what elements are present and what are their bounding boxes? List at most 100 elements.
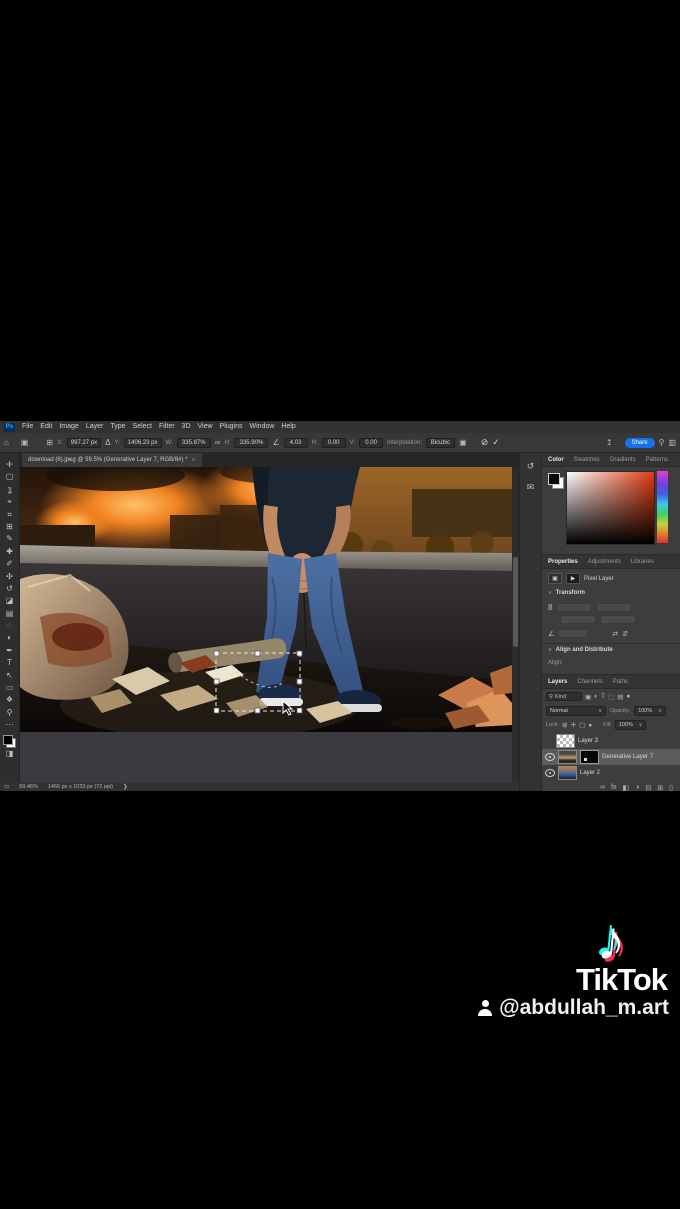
flip-vertical-icon[interactable]: ⇵ xyxy=(622,630,628,638)
foreground-background-swatch[interactable] xyxy=(3,734,16,748)
x-position-field[interactable] xyxy=(596,603,633,612)
menu-view[interactable]: View xyxy=(198,421,213,433)
menu-select[interactable]: Select xyxy=(133,421,152,433)
align-section-label[interactable]: Align and Distribute xyxy=(556,647,613,653)
scrollbar-thumb[interactable] xyxy=(513,557,518,647)
menu-type[interactable]: Type xyxy=(110,421,125,433)
clone-stamp-tool[interactable]: ✣ xyxy=(3,571,17,583)
healing-brush-tool[interactable]: ✚ xyxy=(3,546,17,558)
new-group-icon[interactable]: ⊟ xyxy=(645,784,651,792)
y-value-field[interactable]: 1406.23 px xyxy=(123,437,162,448)
pasteboard[interactable] xyxy=(20,732,512,783)
reference-point-icon[interactable]: ⊞ xyxy=(46,438,53,447)
layer-row-layer2[interactable]: Layer 2 xyxy=(542,765,680,781)
height-field[interactable] xyxy=(560,615,596,624)
dodge-tool[interactable]: ◐ xyxy=(3,632,17,644)
share-button[interactable]: Share xyxy=(624,437,655,448)
menu-layer[interactable]: Layer xyxy=(86,421,104,433)
tab-adjustments[interactable]: Adjustments xyxy=(588,559,621,565)
lock-artboard-icon[interactable]: ▢ xyxy=(579,721,585,729)
zoom-tool[interactable]: ⚲ xyxy=(3,707,17,719)
object-selection-tool[interactable]: ⌖ xyxy=(3,496,17,508)
flip-horizontal-icon[interactable]: ⇄ xyxy=(612,630,618,638)
layer-name[interactable]: Layer 2 xyxy=(580,770,600,776)
tab-channels[interactable]: Channels xyxy=(577,679,602,685)
layer3-thumbnail[interactable] xyxy=(556,734,575,748)
move-tool[interactable]: ✛ xyxy=(3,459,17,471)
h-skew-field[interactable]: 0.00 xyxy=(321,437,346,448)
layer-row-generative-layer7[interactable]: Generative Layer 7 xyxy=(542,749,680,765)
canvas[interactable] xyxy=(20,467,512,732)
delta-icon[interactable]: Δ xyxy=(105,438,110,447)
menu-window[interactable]: Window xyxy=(250,421,275,433)
angle-field[interactable]: 4.03 xyxy=(283,437,308,448)
marquee-tool[interactable]: ▢ xyxy=(3,471,17,483)
v-skew-field[interactable]: 0.00 xyxy=(359,437,384,448)
history-panel-icon[interactable]: ↺ xyxy=(527,461,535,472)
new-layer-icon[interactable]: ⊞ xyxy=(657,784,663,792)
color-panel-swatches[interactable] xyxy=(548,473,564,489)
type-tool[interactable]: T xyxy=(3,657,17,669)
hue-slider[interactable] xyxy=(657,471,668,543)
search-icon[interactable]: ⚲ xyxy=(659,438,665,447)
home-icon[interactable]: ⌂ xyxy=(4,438,9,447)
fill-dropdown[interactable]: 100% ∨ xyxy=(614,720,647,730)
tab-patterns[interactable]: Patterns xyxy=(646,457,668,463)
frame-tool[interactable]: ⊞ xyxy=(3,521,17,533)
adjustment-layer-icon[interactable]: ◑ xyxy=(635,784,639,791)
y-position-field[interactable] xyxy=(600,615,636,624)
tab-swatches[interactable]: Swatches xyxy=(574,457,600,463)
visibility-eye-icon[interactable] xyxy=(545,769,555,777)
edit-toolbar-icon[interactable]: ⋯ xyxy=(3,719,17,731)
layer-name[interactable]: Layer 3 xyxy=(578,738,598,744)
lasso-tool[interactable]: ʓ xyxy=(3,484,17,496)
link-wh-icon[interactable]: 8 xyxy=(548,603,552,612)
pen-tool[interactable]: ✒ xyxy=(3,645,17,657)
blur-tool[interactable]: ◌ xyxy=(3,620,17,632)
comments-panel-icon[interactable]: ✉ xyxy=(527,482,535,493)
hand-tool[interactable]: ❖ xyxy=(3,694,17,706)
upload-icon[interactable]: ↥ xyxy=(606,438,613,447)
layer2-thumbnail[interactable] xyxy=(558,766,577,780)
menu-filter[interactable]: Filter xyxy=(159,421,175,433)
workspace-icon[interactable]: ▥ xyxy=(668,438,676,447)
layer-name[interactable]: Generative Layer 7 xyxy=(602,754,653,760)
menu-help[interactable]: Help xyxy=(281,421,295,433)
visibility-eye-icon[interactable] xyxy=(545,753,555,761)
commit-transform-icon[interactable]: ✓ xyxy=(492,437,500,448)
quick-mask-icon[interactable]: ◨ xyxy=(3,748,17,760)
crop-tool[interactable]: ⌗ xyxy=(3,509,17,521)
opacity-dropdown[interactable]: 100% ∨ xyxy=(634,706,666,716)
tab-properties[interactable]: Properties xyxy=(548,559,578,565)
foreground-color-swatch[interactable] xyxy=(3,734,13,745)
delete-layer-icon[interactable]: ▯ xyxy=(669,784,673,792)
gradient-tool[interactable]: ▤ xyxy=(3,608,17,620)
status-menu-arrow[interactable]: ❯ xyxy=(123,784,128,790)
document-tab[interactable]: download (6).jpeg @ 59.5% (Generative La… xyxy=(22,453,202,467)
vertical-scrollbar[interactable] xyxy=(512,467,519,783)
link-dimensions-icon[interactable]: ∞ xyxy=(215,438,221,447)
w-value-field[interactable]: 335.87% xyxy=(176,437,211,448)
add-mask-icon[interactable]: ◧ xyxy=(623,784,630,792)
brush-tool[interactable]: ✐ xyxy=(3,558,17,570)
x-value-field[interactable]: 997.27 px xyxy=(66,437,102,448)
lock-all-icon[interactable]: ● xyxy=(588,722,592,729)
history-brush-tool[interactable]: ↺ xyxy=(3,583,17,595)
cancel-transform-icon[interactable]: ⊘ xyxy=(481,437,489,448)
lock-transparency-icon[interactable]: ⊞ xyxy=(562,721,567,729)
filter-shape-icon[interactable]: ⬚ xyxy=(608,693,614,701)
width-field[interactable] xyxy=(556,603,593,612)
tab-libraries[interactable]: Libraries xyxy=(631,559,654,565)
menu-plugins[interactable]: Plugins xyxy=(220,421,243,433)
layer-row-layer3[interactable]: Layer 3 xyxy=(542,733,680,749)
rectangle-tool[interactable]: ▭ xyxy=(3,682,17,694)
menu-3d[interactable]: 3D xyxy=(182,421,191,433)
layer-effects-icon[interactable]: fx xyxy=(611,784,616,791)
tab-layers[interactable]: Layers xyxy=(548,679,567,685)
eraser-tool[interactable]: ◪ xyxy=(3,595,17,607)
tab-paths[interactable]: Paths xyxy=(613,679,628,685)
transform-section-label[interactable]: Transform xyxy=(556,590,585,596)
saturation-brightness-field[interactable] xyxy=(566,471,655,545)
filter-adjustment-icon[interactable]: ◐ xyxy=(594,693,598,700)
generative-layer-thumbnail[interactable] xyxy=(558,750,577,764)
